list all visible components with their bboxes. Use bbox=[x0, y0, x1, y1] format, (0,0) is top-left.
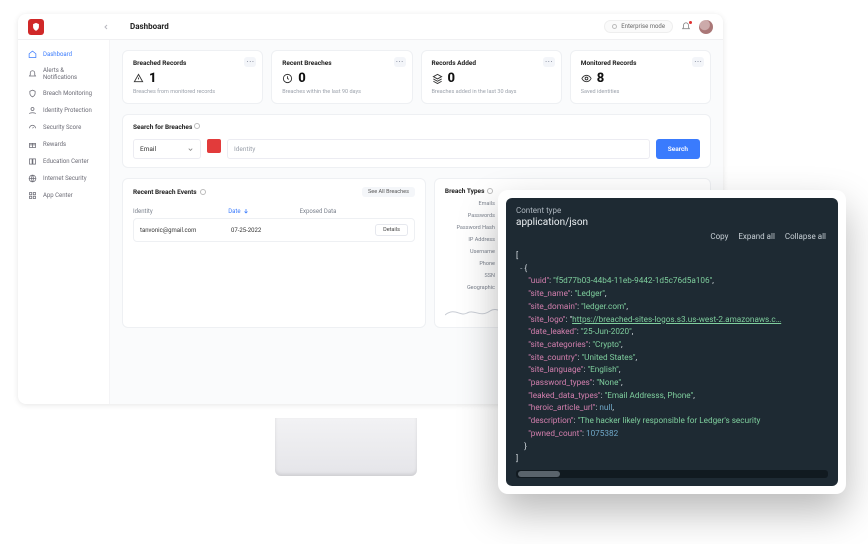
avatar[interactable] bbox=[699, 20, 713, 34]
page-title: Dashboard bbox=[130, 22, 169, 31]
card-records-added: ⋯ Records Added 0 Breaches added in the … bbox=[421, 50, 562, 104]
bell-icon bbox=[28, 70, 37, 79]
notifications-icon[interactable] bbox=[681, 22, 691, 32]
sidebar-item-identity[interactable]: Identity Protection bbox=[18, 102, 109, 119]
info-icon[interactable] bbox=[487, 188, 493, 194]
app-logo bbox=[28, 19, 44, 35]
copy-button[interactable]: Copy bbox=[710, 232, 728, 241]
sidebar-item-internet-security[interactable]: Internet Security bbox=[18, 170, 109, 187]
home-icon bbox=[28, 50, 37, 59]
card-menu-icon[interactable]: ⋯ bbox=[543, 57, 555, 67]
json-code-block[interactable]: [ - { "uuid": "f5d77b03-44b4-11eb-9442-1… bbox=[516, 250, 828, 466]
globe-icon bbox=[28, 174, 37, 183]
clock-icon bbox=[282, 73, 293, 84]
shield-icon bbox=[28, 89, 37, 98]
scrollbar-thumb[interactable] bbox=[518, 471, 560, 477]
identity-type-icon bbox=[207, 139, 221, 153]
search-input[interactable]: Identity bbox=[227, 139, 650, 159]
radio-icon bbox=[612, 24, 617, 29]
gauge-icon bbox=[28, 123, 37, 132]
card-monitored-records: ⋯ Monitored Records 8 Saved identities bbox=[570, 50, 711, 104]
horizontal-scrollbar[interactable] bbox=[516, 470, 828, 478]
sort-date[interactable]: Date bbox=[228, 208, 299, 215]
info-icon[interactable] bbox=[200, 189, 206, 195]
sidebar-item-dashboard[interactable]: Dashboard bbox=[18, 46, 109, 63]
content-type-value: application/json bbox=[516, 217, 828, 228]
recent-breach-events-panel: Recent Breach Events See All Breaches Id… bbox=[122, 178, 426, 328]
expand-all-button[interactable]: Expand all bbox=[738, 232, 775, 241]
mode-toggle[interactable]: Enterprise mode bbox=[604, 20, 673, 33]
arrow-down-icon bbox=[243, 208, 249, 214]
card-breached-records: ⋯ Breached Records 1 Breaches from monit… bbox=[122, 50, 263, 104]
book-icon bbox=[28, 157, 37, 166]
topbar: Dashboard Enterprise mode bbox=[18, 14, 723, 40]
search-type-select[interactable]: Email bbox=[133, 139, 201, 159]
sidebar: Dashboard Alerts & Notifications Breach … bbox=[18, 40, 110, 404]
details-button[interactable]: Details bbox=[375, 224, 408, 236]
collapse-all-button[interactable]: Collapse all bbox=[785, 232, 826, 241]
sidebar-item-rewards[interactable]: Rewards bbox=[18, 136, 109, 153]
info-icon[interactable] bbox=[194, 123, 200, 129]
content-type-label: Content type bbox=[516, 206, 828, 215]
card-menu-icon[interactable]: ⋯ bbox=[692, 57, 704, 67]
sidebar-collapse-icon[interactable] bbox=[102, 23, 110, 31]
layers-icon bbox=[432, 73, 443, 84]
table-header: Identity Date Exposed Data bbox=[133, 205, 415, 218]
card-menu-icon[interactable]: ⋯ bbox=[244, 57, 256, 67]
grid-icon bbox=[28, 191, 37, 200]
search-button[interactable]: Search bbox=[656, 139, 700, 159]
sidebar-item-education[interactable]: Education Center bbox=[18, 153, 109, 170]
card-recent-breaches: ⋯ Recent Breaches 0 Breaches within the … bbox=[271, 50, 412, 104]
search-title: Search for Breaches bbox=[133, 123, 700, 131]
table-row: tanvonic@gmail.com 07-25-2022 Details bbox=[133, 218, 415, 242]
sidebar-item-score[interactable]: Security Score bbox=[18, 119, 109, 136]
sidebar-item-alerts[interactable]: Alerts & Notifications bbox=[18, 63, 109, 85]
search-panel: Search for Breaches Email Identity Searc… bbox=[122, 114, 711, 168]
sidebar-item-app-center[interactable]: App Center bbox=[18, 187, 109, 204]
warning-icon bbox=[133, 73, 144, 84]
sidebar-item-breach-monitoring[interactable]: Breach Monitoring bbox=[18, 85, 109, 102]
api-response-window: Content type application/json Copy Expan… bbox=[498, 190, 846, 494]
eye-icon bbox=[581, 73, 592, 84]
gift-icon bbox=[28, 140, 37, 149]
laptop-base-decor bbox=[275, 418, 417, 476]
chevron-down-icon bbox=[187, 146, 194, 153]
user-icon bbox=[28, 106, 37, 115]
see-all-breaches-button[interactable]: See All Breaches bbox=[362, 187, 415, 197]
card-menu-icon[interactable]: ⋯ bbox=[394, 57, 406, 67]
